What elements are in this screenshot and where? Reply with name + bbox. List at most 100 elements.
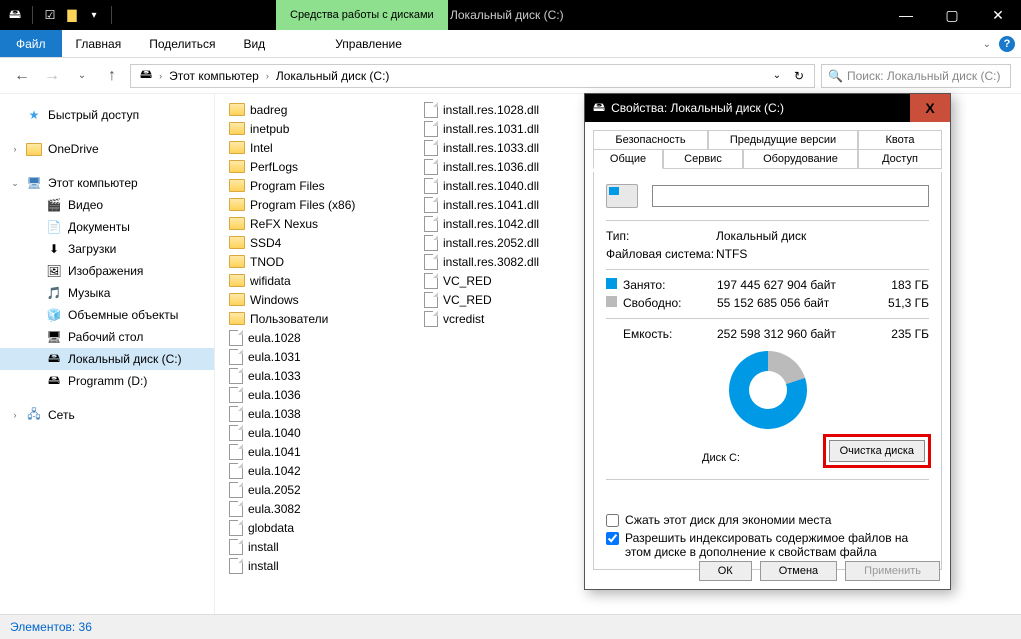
list-item[interactable]: eula.2052 <box>215 480 410 499</box>
list-item[interactable]: TNOD <box>215 252 410 271</box>
list-item[interactable]: Program Files <box>215 176 410 195</box>
tab-manage[interactable]: Управление <box>321 30 416 57</box>
folder-icon[interactable]: ▇ <box>63 6 81 24</box>
breadcrumb-segment[interactable]: Локальный диск (C:) <box>271 65 395 87</box>
list-item[interactable]: eula.1038 <box>215 404 410 423</box>
back-button[interactable]: ← <box>10 64 34 88</box>
pc-icon: 🖥 <box>26 175 42 191</box>
tab-hardware[interactable]: Оборудование <box>743 149 858 169</box>
list-item[interactable]: install.res.1040.dll <box>410 176 605 195</box>
file-icon <box>424 292 438 308</box>
item-icon: 🧊 <box>46 307 62 323</box>
recent-dropdown-icon[interactable]: ⌄ <box>70 64 94 88</box>
dialog-close-button[interactable]: X <box>910 94 950 122</box>
sidebar-item[interactable]: ⬇Загрузки <box>0 238 214 260</box>
list-item[interactable]: Windows <box>215 290 410 309</box>
list-item[interactable]: install.res.1042.dll <box>410 214 605 233</box>
cancel-button[interactable]: Отмена <box>760 561 837 581</box>
sidebar-item[interactable]: 🖥Рабочий стол <box>0 326 214 348</box>
ribbon-expand-icon[interactable]: ⌄ <box>983 39 991 50</box>
close-button[interactable]: ✕ <box>975 0 1021 30</box>
list-item[interactable]: install.res.1028.dll <box>410 100 605 119</box>
tab-sharing[interactable]: Доступ <box>858 149 942 169</box>
volume-label-input[interactable] <box>652 185 929 207</box>
list-item[interactable]: globdata <box>215 518 410 537</box>
tab-previous-versions[interactable]: Предыдущие версии <box>708 130 858 150</box>
forward-button[interactable]: → <box>40 64 64 88</box>
list-item[interactable]: eula.1028 <box>215 328 410 347</box>
file-icon <box>229 406 243 422</box>
sidebar-item-quick-access[interactable]: ★ Быстрый доступ <box>0 104 214 126</box>
sidebar-item[interactable]: 📄Документы <box>0 216 214 238</box>
sidebar-item-network[interactable]: ›🖧 Сеть <box>0 404 214 426</box>
list-item[interactable]: VC_RED <box>410 271 605 290</box>
dialog-titlebar[interactable]: 🖴 Свойства: Локальный диск (C:) X <box>585 94 950 122</box>
list-item[interactable]: install.res.3082.dll <box>410 252 605 271</box>
sidebar-item[interactable]: 🎬Видео <box>0 194 214 216</box>
list-item[interactable]: eula.3082 <box>215 499 410 518</box>
compress-checkbox[interactable] <box>606 514 619 527</box>
disk-cleanup-button[interactable]: Очистка диска <box>829 440 925 462</box>
list-item[interactable]: Пользователи <box>215 309 410 328</box>
sidebar-item[interactable]: 🖼Изображения <box>0 260 214 282</box>
used-space-row: Занято: 197 445 627 904 байт 183 ГБ <box>606 276 929 294</box>
sidebar-item[interactable]: 🧊Объемные объекты <box>0 304 214 326</box>
tab-home[interactable]: Главная <box>62 30 136 57</box>
list-item[interactable]: Intel <box>215 138 410 157</box>
search-input[interactable]: 🔍 Поиск: Локальный диск (C:) <box>821 64 1011 88</box>
list-item[interactable]: Program Files (x86) <box>215 195 410 214</box>
list-item[interactable]: install <box>215 556 410 575</box>
list-item[interactable]: install.res.1031.dll <box>410 119 605 138</box>
help-icon[interactable]: ? <box>999 36 1015 52</box>
checkbox-icon[interactable]: ☑ <box>41 6 59 24</box>
maximize-button[interactable]: ▢ <box>929 0 975 30</box>
tab-share[interactable]: Поделиться <box>135 30 229 57</box>
tab-quota[interactable]: Квота <box>858 130 942 150</box>
history-dropdown-icon[interactable]: ⌄ <box>766 65 788 87</box>
list-item[interactable]: SSD4 <box>215 233 410 252</box>
list-item[interactable]: wifidata <box>215 271 410 290</box>
qat-dropdown-icon[interactable]: ▾ <box>85 6 103 24</box>
up-button[interactable]: ↑ <box>100 64 124 88</box>
list-item[interactable]: eula.1036 <box>215 385 410 404</box>
sidebar-item[interactable]: 🎵Музыка <box>0 282 214 304</box>
sidebar-item-onedrive[interactable]: › OneDrive <box>0 138 214 160</box>
tab-general[interactable]: Общие <box>593 149 663 169</box>
item-icon: 🎵 <box>46 285 62 301</box>
file-icon <box>229 349 243 365</box>
tab-tools[interactable]: Сервис <box>663 149 743 169</box>
list-item[interactable]: PerfLogs <box>215 157 410 176</box>
drive-icon: 🖴 <box>135 65 157 87</box>
sidebar-item-this-pc[interactable]: ⌄🖥 Этот компьютер <box>0 172 214 194</box>
list-item[interactable]: VC_RED <box>410 290 605 309</box>
index-checkbox[interactable] <box>606 532 619 545</box>
list-item[interactable]: vcredist <box>410 309 605 328</box>
list-item[interactable]: install <box>215 537 410 556</box>
list-item[interactable]: eula.1031 <box>215 347 410 366</box>
sidebar-item[interactable]: 🖴Локальный диск (C:) <box>0 348 214 370</box>
breadcrumb[interactable]: 🖴 › Этот компьютер › Локальный диск (C:)… <box>130 64 815 88</box>
breadcrumb-segment[interactable]: Этот компьютер <box>164 65 264 87</box>
ok-button[interactable]: ОК <box>699 561 752 581</box>
file-icon <box>229 482 243 498</box>
list-item[interactable]: install.res.2052.dll <box>410 233 605 252</box>
list-item[interactable]: install.res.1036.dll <box>410 157 605 176</box>
list-item[interactable]: install.res.1041.dll <box>410 195 605 214</box>
apply-button[interactable]: Применить <box>845 561 940 581</box>
tab-security[interactable]: Безопасность <box>593 130 708 150</box>
list-item[interactable]: eula.1041 <box>215 442 410 461</box>
item-icon: 🖥 <box>46 329 62 345</box>
list-item[interactable]: eula.1042 <box>215 461 410 480</box>
file-tab[interactable]: Файл <box>0 30 62 57</box>
list-item[interactable]: eula.1033 <box>215 366 410 385</box>
minimize-button[interactable]: — <box>883 0 929 30</box>
tab-view[interactable]: Вид <box>229 30 279 57</box>
list-item[interactable]: ReFX Nexus <box>215 214 410 233</box>
list-item[interactable]: inetpub <box>215 119 410 138</box>
list-item[interactable]: eula.1040 <box>215 423 410 442</box>
sidebar-item[interactable]: 🖴Programm (D:) <box>0 370 214 392</box>
list-item[interactable]: install.res.1033.dll <box>410 138 605 157</box>
free-color-swatch <box>606 296 617 307</box>
refresh-button[interactable]: ↻ <box>788 65 810 87</box>
list-item[interactable]: badreg <box>215 100 410 119</box>
